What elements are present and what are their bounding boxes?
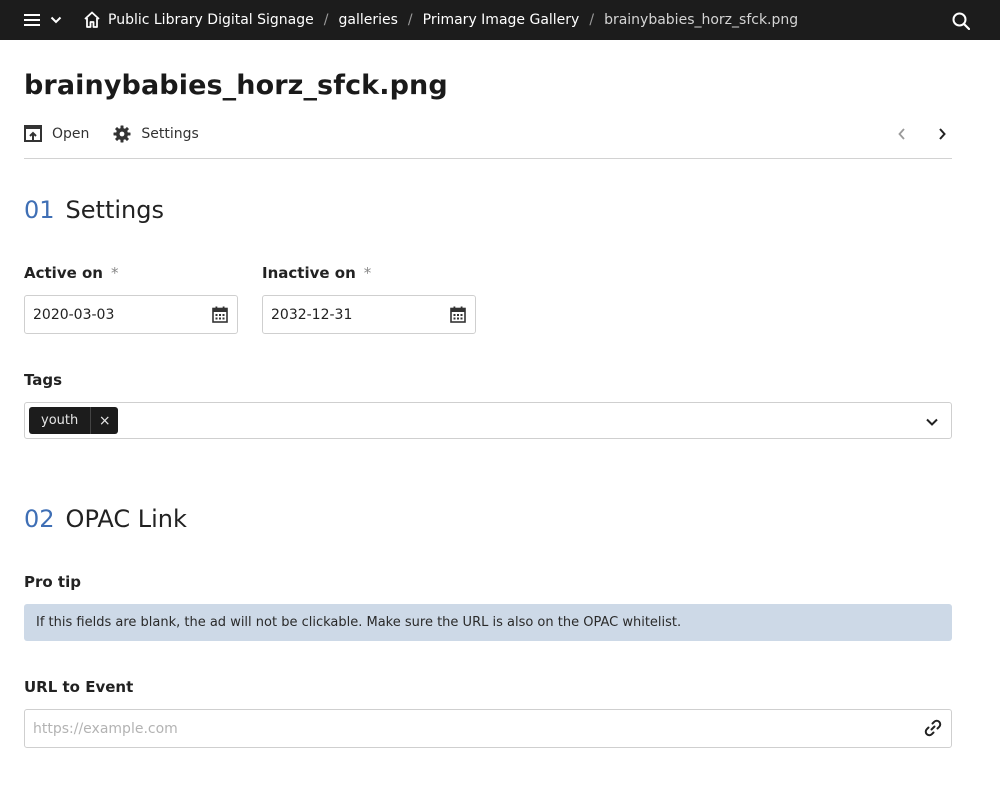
url-to-event-field [24, 709, 952, 748]
chevron-down-icon[interactable] [925, 414, 939, 428]
section-number: 01 [24, 196, 55, 224]
breadcrumb-separator: / [323, 12, 329, 28]
link-icon[interactable] [924, 719, 942, 737]
calendar-icon[interactable] [450, 306, 466, 323]
active-on-label-text: Active on [24, 264, 103, 282]
page-title: brainybabies_horz_sfck.png [24, 70, 448, 101]
breadcrumb-item-current: brainybabies_horz_sfck.png [604, 12, 799, 28]
section-title: Settings [65, 196, 164, 224]
home-icon[interactable] [84, 11, 100, 29]
url-to-event-input[interactable] [33, 710, 903, 747]
breadcrumb-separator: / [407, 12, 413, 28]
top-navigation-bar: Public Library Digital Signage / galleri… [0, 0, 1000, 40]
pro-tip-notice: If this fields are blank, the ad will no… [24, 604, 952, 641]
previous-button[interactable] [892, 124, 912, 144]
tag-remove-button[interactable]: × [91, 407, 118, 434]
next-button[interactable] [932, 124, 952, 144]
inactive-on-input[interactable] [271, 296, 441, 333]
active-on-field [24, 295, 238, 334]
tags-label: Tags [24, 371, 63, 389]
gear-icon [113, 125, 131, 143]
breadcrumb: Public Library Digital Signage / galleri… [108, 0, 798, 40]
header-divider [24, 158, 952, 159]
tags-select[interactable]: youth × [24, 402, 952, 439]
pro-tip-label: Pro tip [24, 573, 81, 591]
hamburger-icon[interactable] [24, 12, 40, 28]
chevron-down-icon[interactable] [50, 13, 62, 27]
settings-section-heading: 01 Settings [24, 196, 164, 224]
opac-section-heading: 02 OPAC Link [24, 505, 187, 533]
breadcrumb-item-site[interactable]: Public Library Digital Signage [108, 12, 314, 28]
tag-chip: youth × [29, 407, 119, 434]
settings-button[interactable]: Settings [113, 125, 199, 143]
inactive-on-field [262, 295, 476, 334]
pager [872, 124, 952, 144]
breadcrumb-item-galleries[interactable]: galleries [338, 12, 397, 28]
section-title: OPAC Link [65, 505, 187, 533]
breadcrumb-separator: / [589, 12, 595, 28]
search-icon[interactable] [952, 12, 970, 30]
required-marker: * [110, 264, 119, 282]
chevron-right-icon [939, 128, 946, 140]
close-icon: × [98, 412, 111, 429]
settings-label: Settings [141, 126, 199, 142]
inactive-on-label: Inactive on * [262, 264, 371, 282]
open-button[interactable]: Open [24, 125, 89, 143]
section-number: 02 [24, 505, 55, 533]
active-on-input[interactable] [33, 296, 203, 333]
toolbar: Open Settings [24, 122, 952, 146]
open-label: Open [52, 126, 90, 142]
tag-chip-label: youth [41, 413, 79, 428]
url-to-event-label: URL to Event [24, 678, 134, 696]
inactive-on-label-text: Inactive on [262, 264, 356, 282]
chevron-left-icon [898, 128, 905, 140]
breadcrumb-item-gallery[interactable]: Primary Image Gallery [423, 12, 580, 28]
active-on-label: Active on * [24, 264, 118, 282]
required-marker: * [363, 264, 372, 282]
open-icon [24, 125, 42, 143]
calendar-icon[interactable] [212, 306, 228, 323]
